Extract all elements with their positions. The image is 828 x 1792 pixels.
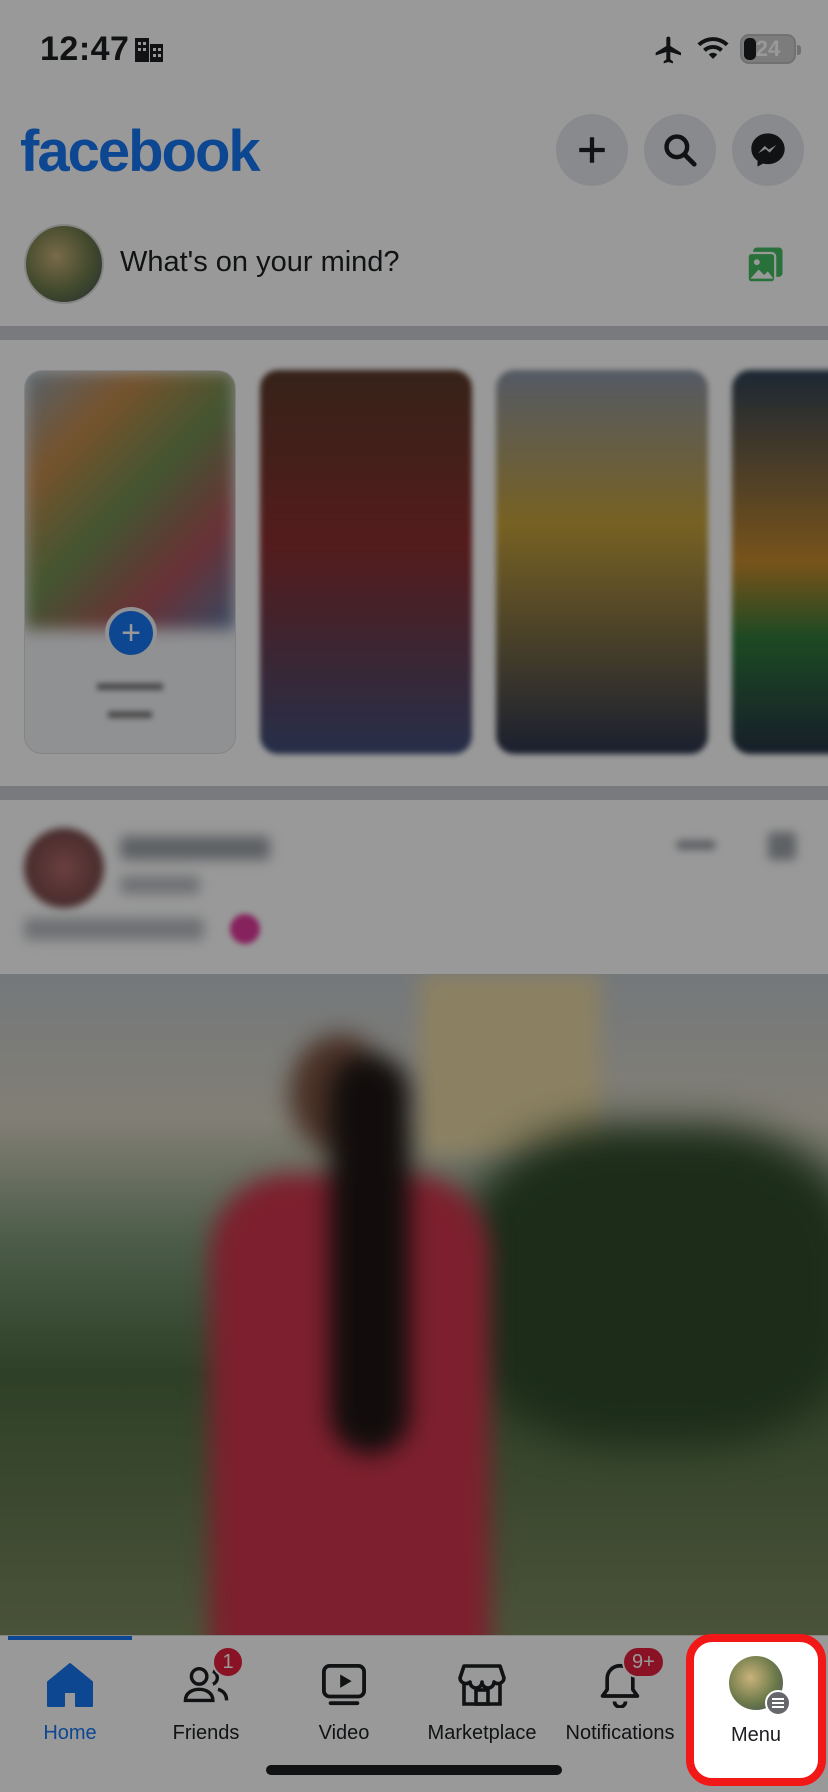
- tab-label: Menu: [730, 1724, 782, 1746]
- tab-label: Notifications: [565, 1722, 675, 1744]
- create-button[interactable]: [556, 114, 628, 186]
- feed-post: [0, 810, 828, 1640]
- video-icon: [322, 1663, 366, 1706]
- notifications-badge: 9+: [622, 1646, 665, 1678]
- add-story-icon[interactable]: +: [105, 607, 157, 659]
- status-composer[interactable]: What's on your mind?: [0, 210, 828, 320]
- story-thumbnail: [25, 371, 235, 629]
- post-author-avatar[interactable]: [24, 828, 104, 908]
- story-caption-blurred: ▬▬▬ ▬▬: [97, 670, 163, 723]
- marketplace-icon: [458, 1664, 506, 1706]
- plus-icon: [579, 137, 605, 163]
- home-icon: [47, 1663, 93, 1707]
- tab-label: Video: [318, 1722, 370, 1744]
- home-indicator: [266, 1765, 562, 1775]
- messenger-icon: [751, 133, 785, 167]
- friends-badge: 1: [212, 1646, 244, 1678]
- building-icon: [135, 38, 163, 62]
- story-card[interactable]: [496, 370, 708, 754]
- more-options-icon[interactable]: [676, 840, 716, 850]
- story-card[interactable]: [260, 370, 472, 754]
- battery-level: 24: [755, 36, 781, 61]
- search-icon: [664, 134, 697, 167]
- airplane-icon: [655, 36, 681, 64]
- photo-icon[interactable]: [744, 242, 788, 286]
- tab-friends[interactable]: 1 Friends: [144, 1636, 268, 1792]
- section-divider: [0, 326, 828, 340]
- post-text-blurred: [24, 918, 204, 940]
- status-bar: 12:47 24: [0, 0, 828, 100]
- create-story-card[interactable]: + ▬▬▬ ▬▬: [24, 370, 236, 754]
- tab-label: Friends: [172, 1722, 240, 1744]
- app-header: facebook: [0, 100, 828, 200]
- composer-placeholder[interactable]: What's on your mind?: [120, 246, 400, 279]
- post-author-name-blurred[interactable]: [120, 836, 270, 860]
- messenger-button[interactable]: [732, 114, 804, 186]
- user-avatar[interactable]: [24, 224, 104, 304]
- stories-tray[interactable]: + ▬▬▬ ▬▬: [0, 340, 828, 780]
- tab-label: Home: [43, 1722, 97, 1744]
- wifi-icon: [697, 37, 729, 59]
- status-time: 12:47: [40, 30, 130, 68]
- tab-home[interactable]: Home: [8, 1636, 132, 1792]
- story-card[interactable]: [732, 370, 828, 754]
- battery-indicator: 24: [740, 34, 801, 64]
- close-icon[interactable]: [768, 832, 796, 860]
- facebook-logo: facebook: [20, 119, 261, 184]
- tab-menu[interactable]: Menu: [686, 1634, 826, 1786]
- tab-notifications[interactable]: 9+ Notifications: [558, 1636, 682, 1792]
- menu-hamburger-icon: [765, 1690, 791, 1716]
- tab-label: Marketplace: [427, 1722, 537, 1744]
- post-meta-blurred: [120, 876, 200, 894]
- section-divider: [0, 786, 828, 800]
- profile-avatar: [729, 1656, 791, 1716]
- heart-emoji-icon: [230, 914, 260, 944]
- post-photo[interactable]: [0, 974, 828, 1640]
- search-button[interactable]: [644, 114, 716, 186]
